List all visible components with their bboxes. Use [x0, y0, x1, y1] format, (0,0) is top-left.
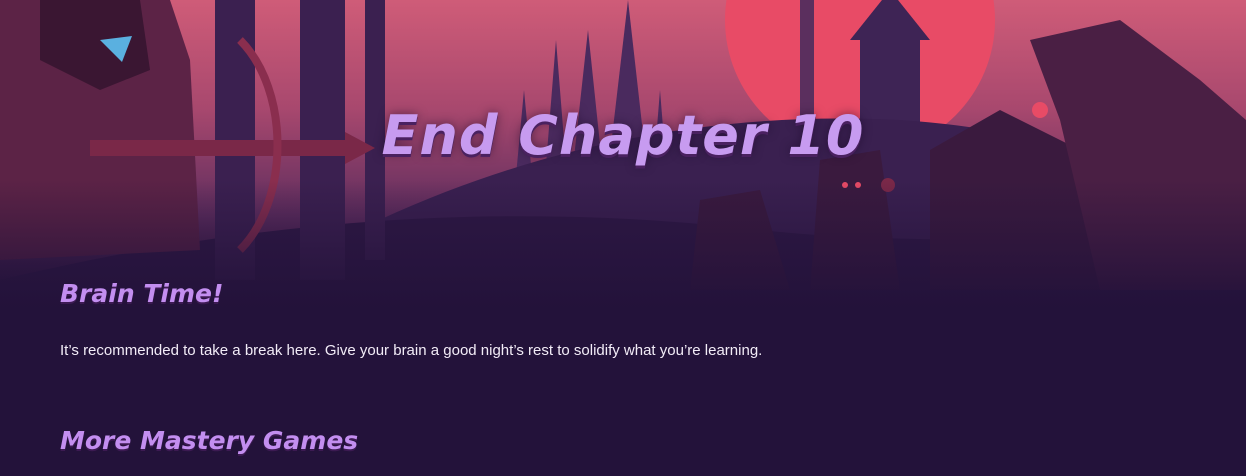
hero-banner: End Chapter 10 [0, 0, 1246, 310]
brain-time-text: It’s recommended to take a break here. G… [60, 342, 763, 359]
page-title: End Chapter 10 [381, 104, 865, 167]
mastery-games-heading: More Mastery Games [60, 426, 359, 455]
brain-time-heading: Brain Time! [60, 279, 224, 308]
